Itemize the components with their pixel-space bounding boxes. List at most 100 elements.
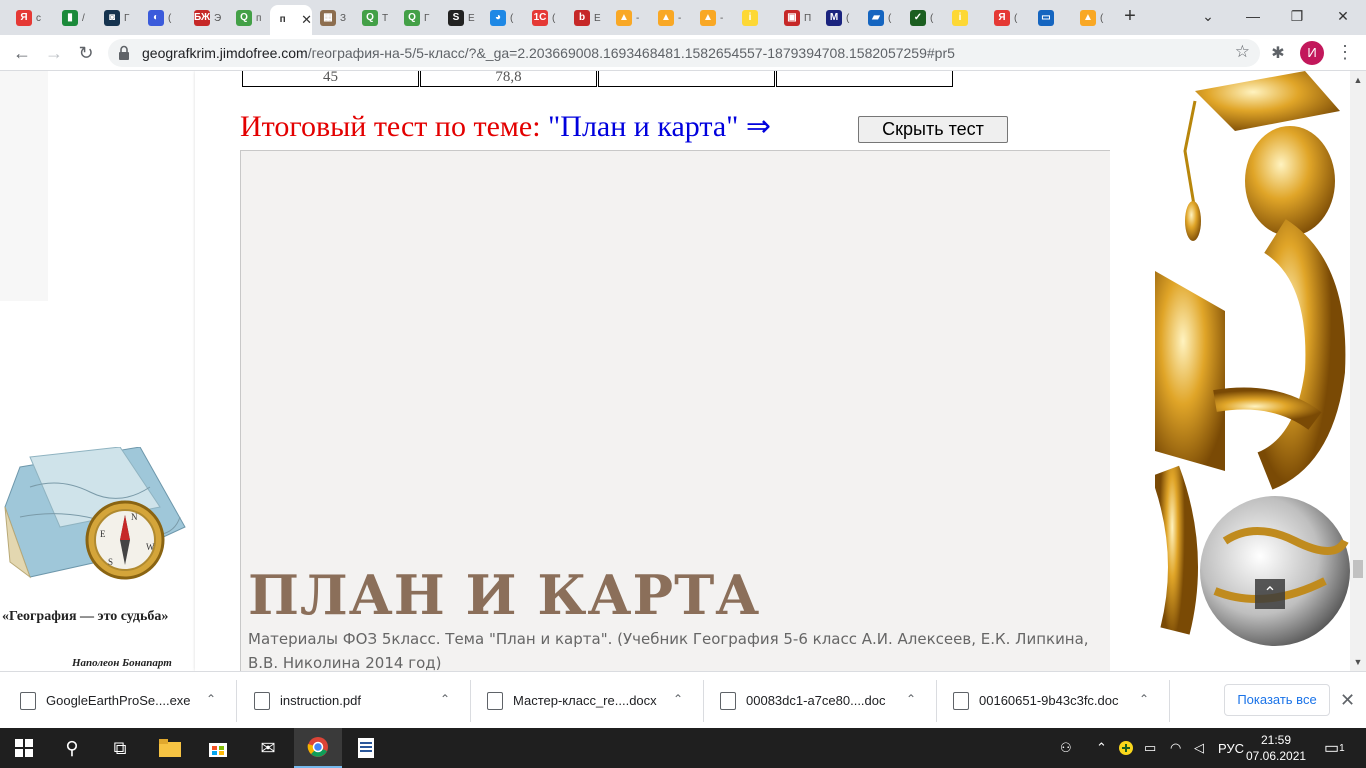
browser-tab[interactable]: ▲ - [650, 5, 690, 31]
tab-strip: + ⌄ — ❐ ✕ Яс ▮ / ◙ Г ◐(БЖ Э Qп п ✕ ▦ З Q Т Q Г S Е ◕(1С(b Е… [0, 0, 1366, 35]
svg-text:S: S [108, 557, 113, 567]
tab-title: / [82, 12, 85, 24]
search-icon[interactable]: ⚲ [48, 728, 96, 768]
check-icon: ✓ [910, 10, 926, 26]
m-icon: M [826, 10, 842, 26]
browser-tab[interactable]: п ✕ [270, 5, 312, 35]
clock[interactable]: 21:59 07.06.2021 [1246, 732, 1306, 764]
notification-icon: ▭ [1324, 740, 1340, 757]
task-view-icon[interactable]: ⧉ [96, 728, 144, 768]
browser-tab[interactable]: M( [818, 5, 858, 31]
browser-tab[interactable]: ◙ Г [96, 5, 136, 31]
download-options-chevron-icon[interactable]: ⌃ [206, 692, 216, 706]
browser-tab[interactable]: ▲ - [608, 5, 648, 31]
table-cell [598, 71, 775, 87]
browser-tab[interactable]: bЕ [566, 5, 606, 31]
people-icon[interactable]: ⚇ [1060, 728, 1072, 768]
download-item[interactable]: instruction.pdf [254, 672, 361, 729]
download-options-chevron-icon[interactable]: ⌃ [906, 692, 916, 706]
qr-icon: ◙ [104, 10, 120, 26]
pdf-icon [254, 691, 270, 710]
download-options-chevron-icon[interactable]: ⌃ [673, 692, 683, 706]
browser-tab[interactable]: ▦ З [312, 5, 352, 31]
extensions-icon[interactable]: ✱ [1268, 43, 1288, 63]
close-window-button[interactable]: ✕ [1330, 5, 1356, 27]
download-options-chevron-icon[interactable]: ⌃ [440, 692, 450, 706]
scroll-down-icon[interactable]: ▼ [1353, 657, 1363, 667]
browser-tab[interactable]: ▲( [1072, 5, 1112, 31]
browser-tab[interactable]: Я( [986, 5, 1026, 31]
tab-title: Т [382, 12, 389, 24]
bookmark-star-icon[interactable]: ☆ [1235, 42, 1250, 62]
doc-icon [953, 691, 969, 710]
tab-title: Г [124, 12, 130, 24]
clock-date: 07.06.2021 [1246, 749, 1307, 763]
show-hidden-icons[interactable]: ⌃ [1096, 728, 1107, 768]
address-bar[interactable]: geografkrim.jimdofree.com/география-на-5… [108, 39, 1260, 67]
download-item[interactable]: GoogleEarthProSe....exe [20, 672, 191, 729]
browser-tab[interactable]: SЕ [440, 5, 480, 31]
browser-tab[interactable]: i [944, 5, 984, 31]
browser-menu-icon[interactable]: ⋮ [1336, 41, 1354, 65]
minimize-button[interactable]: — [1240, 5, 1266, 27]
reload-button[interactable]: ↻ [74, 41, 98, 65]
back-button[interactable]: ← [10, 41, 34, 65]
svg-text:N: N [131, 512, 138, 522]
globe-icon: ◐ [148, 10, 164, 26]
browser-tab[interactable]: QГ [396, 5, 436, 31]
wifi-icon[interactable]: ◠ [1170, 728, 1181, 768]
hide-test-button[interactable]: Скрыть тест [858, 116, 1008, 143]
browser-tab[interactable]: ✓( [902, 5, 942, 31]
profile-avatar[interactable]: И [1300, 41, 1324, 65]
page-scrollbar[interactable]: ▲ ▼ [1350, 71, 1366, 671]
browser-tab[interactable]: QТ [354, 5, 394, 31]
exe-icon [20, 691, 36, 710]
scroll-up-icon[interactable]: ▲ [1353, 75, 1363, 85]
q-icon: Q [362, 10, 378, 26]
image-icon: ▲ [1080, 10, 1096, 26]
chrome-taskbar-icon[interactable] [294, 728, 342, 768]
scroll-to-top-button[interactable]: ⌃ [1255, 579, 1285, 609]
show-all-downloads-button[interactable]: Показать все [1224, 684, 1330, 716]
download-filename: 00160651-9b43c3fc.doc [979, 693, 1119, 708]
download-item[interactable]: 00083dc1-a7ce80....doc [720, 672, 886, 729]
store-icon[interactable] [194, 728, 242, 768]
word-icon[interactable] [342, 728, 390, 768]
file-explorer-icon[interactable] [146, 728, 194, 768]
scrollbar-thumb[interactable] [1353, 560, 1363, 578]
tab-title: ( [1014, 12, 1018, 24]
notifications-button[interactable]: ▭ 1 [1324, 728, 1345, 768]
tab-title: с [36, 12, 41, 24]
browser-tab[interactable]: Qп [228, 5, 268, 31]
battery-icon[interactable]: ▭ [1144, 728, 1156, 768]
lock-icon[interactable] [118, 45, 130, 61]
browser-tab[interactable]: i [734, 5, 774, 31]
download-options-chevron-icon[interactable]: ⌃ [1139, 692, 1149, 706]
right-sidebar: ⌃ [1155, 71, 1350, 671]
quote-author: Наполеон Бонапарт [72, 657, 172, 669]
browser-tab[interactable]: БЖ Э [186, 5, 226, 31]
browser-tab[interactable]: Яс [8, 5, 48, 31]
volume-icon[interactable]: ◁ [1194, 728, 1204, 768]
embedded-test-frame[interactable]: ПЛАН И КАРТА Материалы ФОЗ 5класс. Тема … [240, 150, 1110, 671]
close-tab-icon[interactable]: ✕ [301, 12, 312, 28]
start-button[interactable] [0, 728, 48, 768]
browser-tab[interactable]: ▰( [860, 5, 900, 31]
restore-button[interactable]: ❐ [1284, 5, 1310, 27]
download-item[interactable]: 00160651-9b43c3fc.doc [953, 672, 1119, 729]
browser-tab[interactable]: ◐( [140, 5, 180, 31]
close-downloads-icon[interactable]: ✕ [1340, 690, 1355, 711]
tab-search-button[interactable]: ⌄ [1195, 5, 1221, 27]
mail-icon[interactable]: ✉ [244, 728, 292, 768]
browser-tab[interactable]: ▲ - [692, 5, 732, 31]
vpn-icon[interactable] [1118, 728, 1134, 768]
new-tab-button[interactable]: + [1120, 5, 1140, 29]
browser-tab[interactable]: ▭ [1030, 5, 1070, 31]
browser-tab[interactable]: 1С ( [524, 5, 564, 31]
language-indicator[interactable]: РУС [1218, 728, 1244, 768]
download-item[interactable]: Мастер-класс_re....docx [487, 672, 657, 729]
browser-tab[interactable]: ▣ П [776, 5, 816, 31]
browser-tab[interactable]: ◕( [482, 5, 522, 31]
browser-tab[interactable]: ▮ / [54, 5, 94, 31]
forward-button[interactable]: → [42, 41, 66, 65]
